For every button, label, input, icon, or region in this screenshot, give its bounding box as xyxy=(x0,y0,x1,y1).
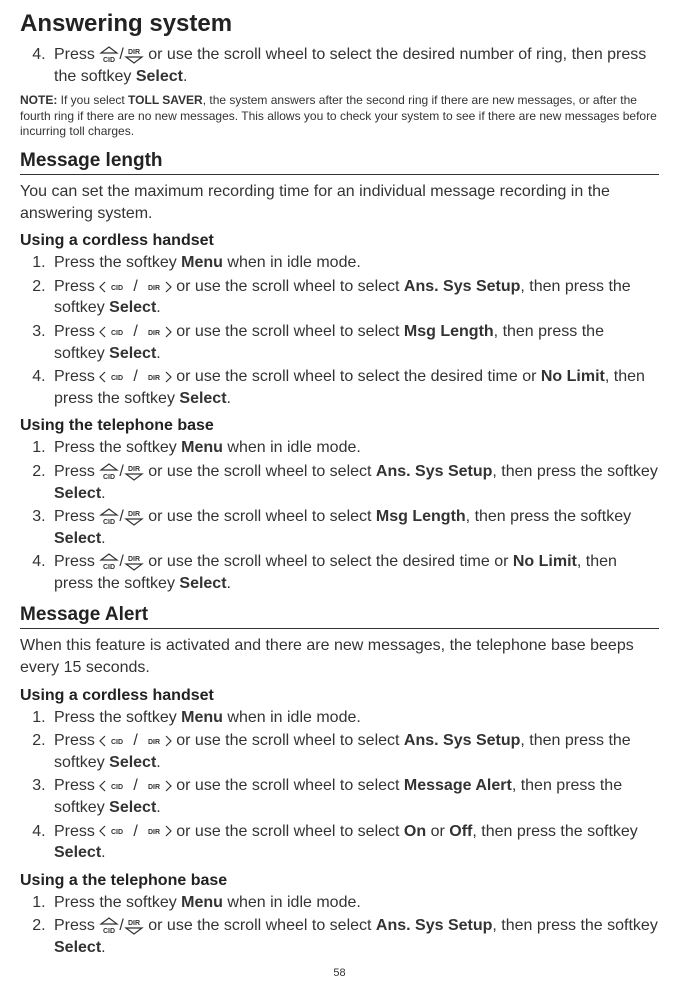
cid-left-icon xyxy=(99,325,133,339)
section-heading-message-length: Message length xyxy=(20,150,659,175)
dir-right-icon xyxy=(138,325,172,339)
dir-right-icon xyxy=(138,824,172,838)
list-item: Press the softkey Menu when in idle mode… xyxy=(50,892,659,914)
list-item: Press / or use the scroll wheel to selec… xyxy=(50,821,659,864)
subheading-telephone-base-1: Using the telephone base xyxy=(20,417,659,435)
steps-s1-sub1: Press the softkey Menu when in idle mode… xyxy=(20,252,659,409)
subheading-cordless-handset-1: Using a cordless handset xyxy=(20,232,659,250)
list-item: Press / or use the scroll wheel to selec… xyxy=(50,461,659,504)
list-item: Press / or use the scroll wheel to selec… xyxy=(50,506,659,549)
steps-s2-sub1: Press the softkey Menu when in idle mode… xyxy=(20,707,659,864)
cid-left-icon xyxy=(99,370,133,384)
dir-down-icon xyxy=(124,463,144,481)
step-4: Press / or use the scroll wheel to selec… xyxy=(50,44,659,87)
steps-s1-sub2: Press the softkey Menu when in idle mode… xyxy=(20,437,659,594)
dir-right-icon xyxy=(138,280,172,294)
dir-down-icon xyxy=(124,508,144,526)
dir-down-icon xyxy=(124,917,144,935)
subheading-telephone-base-2: Using a the telephone base xyxy=(20,872,659,890)
list-item: Press / or use the scroll wheel to selec… xyxy=(50,775,659,818)
page-title: Answering system xyxy=(20,10,659,38)
intro-step-list: Press / or use the scroll wheel to selec… xyxy=(20,44,659,87)
subheading-cordless-handset-2: Using a cordless handset xyxy=(20,687,659,705)
list-item: Press / or use the scroll wheel to selec… xyxy=(50,915,659,958)
list-item: Press / or use the scroll wheel to selec… xyxy=(50,730,659,773)
cid-up-icon xyxy=(99,508,119,526)
list-item: Press the softkey Menu when in idle mode… xyxy=(50,252,659,274)
dir-down-icon xyxy=(124,553,144,571)
cid-up-icon xyxy=(99,463,119,481)
dir-down-icon xyxy=(124,46,144,64)
cid-up-icon xyxy=(99,553,119,571)
cid-left-icon xyxy=(99,824,133,838)
dir-right-icon xyxy=(138,779,172,793)
section-heading-message-alert: Message Alert xyxy=(20,604,659,629)
cid-up-icon xyxy=(99,46,119,64)
list-item: Press / or use the scroll wheel to selec… xyxy=(50,276,659,319)
note-toll-saver: NOTE: If you select TOLL SAVER, the syst… xyxy=(20,93,659,140)
list-item: Press / or use the scroll wheel to selec… xyxy=(50,366,659,409)
section1-intro: You can set the maximum recording time f… xyxy=(20,181,659,224)
list-item: Press / or use the scroll wheel to selec… xyxy=(50,551,659,594)
section2-intro: When this feature is activated and there… xyxy=(20,635,659,678)
steps-s2-sub2: Press the softkey Menu when in idle mode… xyxy=(20,892,659,959)
cid-left-icon xyxy=(99,779,133,793)
page-number: 58 xyxy=(20,967,659,979)
dir-right-icon xyxy=(138,370,172,384)
dir-right-icon xyxy=(138,734,172,748)
list-item: Press the softkey Menu when in idle mode… xyxy=(50,437,659,459)
cid-up-icon xyxy=(99,917,119,935)
list-item: Press the softkey Menu when in idle mode… xyxy=(50,707,659,729)
list-item: Press / or use the scroll wheel to selec… xyxy=(50,321,659,364)
cid-left-icon xyxy=(99,734,133,748)
cid-left-icon xyxy=(99,280,133,294)
